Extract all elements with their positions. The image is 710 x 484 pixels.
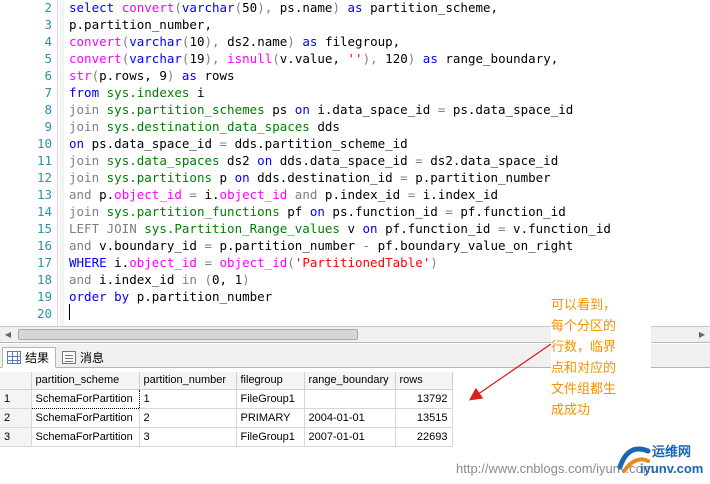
column-header[interactable]: rows [395,372,453,390]
scroll-right-icon[interactable]: ▶ [696,329,708,341]
table-row[interactable]: 1 SchemaForPartition 1 FileGroup1 13792 [0,388,453,409]
tab-messages[interactable]: 消息 [58,347,110,368]
code-line[interactable]: join sys.partitions p on dds.destination… [69,169,551,186]
code-line[interactable]: convert(varchar(19), isnull(v.value, '')… [69,50,558,67]
annotation-line: 点和对应的 [551,358,651,379]
row-number[interactable]: 1 [0,389,32,409]
text-caret [69,304,70,320]
header-row: partition_scheme partition_number filegr… [0,372,453,390]
message-icon [62,351,76,364]
scroll-left-icon[interactable]: ◀ [2,329,14,341]
line-number: 4 [44,34,52,49]
logo-name: 运维网 [652,445,692,460]
annotation-line: 每个分区的 [551,316,651,337]
line-number: 9 [44,119,52,134]
table-cell[interactable]: FileGroup1 [236,427,305,447]
line-number: 10 [36,136,52,151]
table-cell[interactable]: 2 [139,408,237,428]
sql-editor[interactable]: 23456789101112131415161718192021 select … [0,0,710,327]
code-line[interactable]: and v.boundary_id = p.partition_number -… [69,237,573,254]
logo-domain: iyunv.com [640,461,704,476]
table-cell[interactable]: 1 [139,389,237,409]
table-cell[interactable]: 2004-01-01 [304,408,396,428]
code-line[interactable]: str(p.rows, 9) as rows [69,67,235,84]
table-cell[interactable]: 22693 [395,427,453,447]
line-number: 20 [36,306,52,321]
table-cell[interactable]: SchemaForPartition [31,408,140,428]
line-number: 14 [36,204,52,219]
code-line[interactable]: convert(varchar(10), ds2.name) as filegr… [69,33,400,50]
code-line[interactable]: and p.object_id = i.object_id and p.inde… [69,186,498,203]
line-number-gutter: 23456789101112131415161718192021 [0,0,58,326]
line-number: 15 [36,221,52,236]
column-header[interactable]: filegroup [236,372,305,390]
code-line[interactable]: order by p.partition_number [69,288,272,305]
tab-results[interactable]: 结果 [2,347,57,368]
code-line[interactable]: and i.index_id in (0, 1) [69,271,250,288]
line-number: 2 [44,0,52,15]
line-number: 3 [44,17,52,32]
line-number: 13 [36,187,52,202]
annotation-line: 文件组都生 [551,379,651,400]
table-cell[interactable]: SchemaForPartition [31,427,140,447]
annotation-line: 可以看到， [551,295,651,316]
code-line[interactable]: WHERE i.object_id = object_id('Partition… [69,254,438,271]
annotation-line: 成成功 [551,400,651,421]
code-line[interactable]: on ps.data_space_id = dds.partition_sche… [69,135,408,152]
row-number-header [0,372,32,390]
column-header[interactable]: range_boundary [304,372,396,390]
table-cell[interactable] [304,389,396,409]
table-cell[interactable]: 13515 [395,408,453,428]
line-number: 17 [36,255,52,270]
code-line[interactable]: join sys.partition_schemes ps on i.data_… [69,101,573,118]
table-cell[interactable]: 3 [139,427,237,447]
code-line[interactable]: join sys.partition_functions pf on ps.fu… [69,203,566,220]
code-line[interactable]: join sys.data_spaces ds2 on dds.data_spa… [69,152,558,169]
editor-margin [60,0,64,326]
table-cell[interactable]: PRIMARY [236,408,305,428]
annotation-line: 行数，临界 [551,337,651,358]
table-cell[interactable]: SchemaForPartition [30,388,140,409]
tab-results-label: 结果 [25,351,50,365]
code-line[interactable]: join sys.destination_data_spaces dds [69,118,340,135]
row-number[interactable]: 2 [0,408,32,428]
line-number: 16 [36,238,52,253]
code-line[interactable]: LEFT JOIN sys.Partition_Range_values v o… [69,220,611,237]
line-number: 11 [36,153,52,168]
line-number: 8 [44,102,52,117]
results-table: partition_scheme partition_number filegr… [0,372,453,447]
code-line[interactable]: select convert(varchar(50), ps.name) as … [69,0,498,16]
table-cell[interactable]: 13792 [395,389,453,409]
line-number: 6 [44,68,52,83]
line-number: 7 [44,85,52,100]
code-line[interactable]: from sys.indexes i [69,84,205,101]
grid-icon [7,351,21,364]
column-header[interactable]: partition_number [139,372,237,390]
table-cell[interactable]: 2007-01-01 [304,427,396,447]
line-number: 18 [36,272,52,287]
table-cell[interactable]: FileGroup1 [236,389,305,409]
line-number: 19 [36,289,52,304]
table-row[interactable]: 3 SchemaForPartition 3 FileGroup1 2007-0… [0,427,453,447]
code-line[interactable]: p.partition_number, [69,16,212,33]
line-number: 5 [44,51,52,66]
annotation-note: 可以看到， 每个分区的 行数，临界 点和对应的 文件组都生 成成功 [551,295,651,421]
line-number: 12 [36,170,52,185]
table-row[interactable]: 2 SchemaForPartition 2 PRIMARY 2004-01-0… [0,408,453,428]
scrollbar-thumb[interactable] [18,329,358,340]
tab-messages-label: 消息 [80,351,105,365]
column-header[interactable]: partition_scheme [31,372,140,390]
row-number[interactable]: 3 [0,427,32,447]
